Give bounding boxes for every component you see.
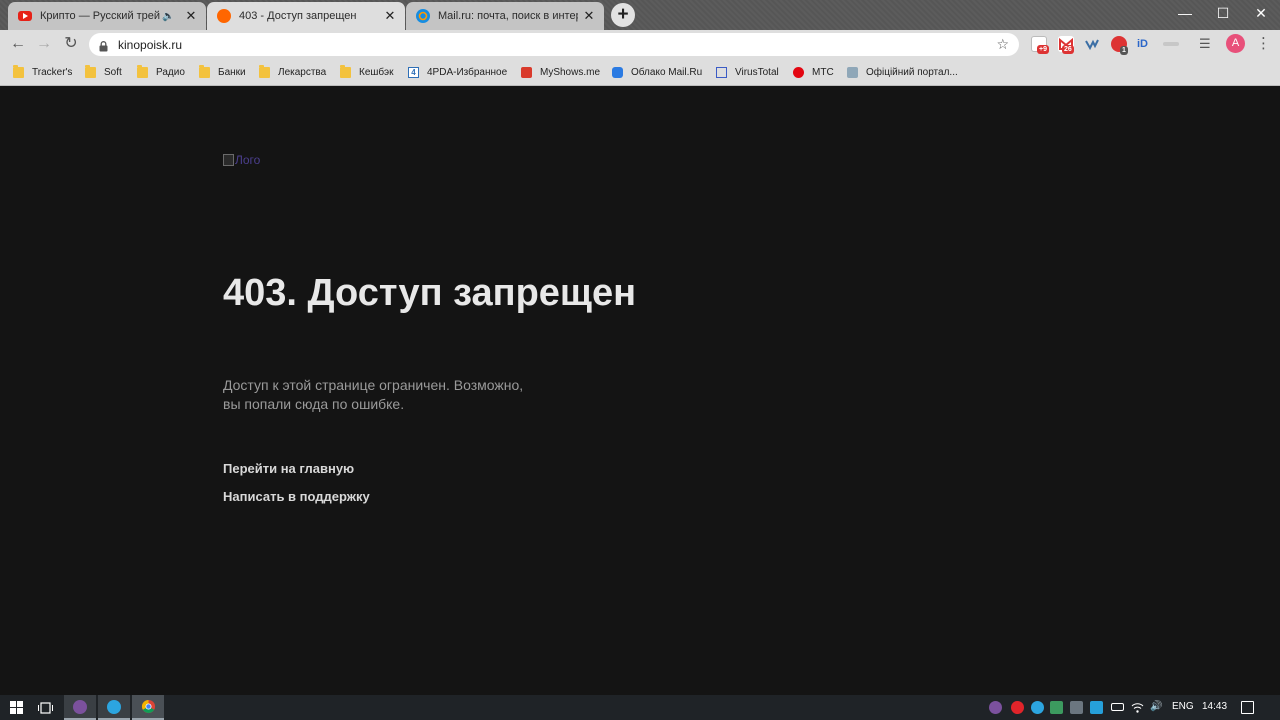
extension-badge: 1 — [1120, 46, 1128, 55]
back-icon[interactable]: ← — [8, 34, 28, 54]
tab-mailru[interactable]: Mail.ru: почта, поиск в интерне’ ✕ — [406, 2, 604, 30]
telegram-tray-icon[interactable] — [1031, 701, 1044, 714]
tab-strip: Крипто — Русский трейлер 🔈 ✕ 403 - Досту… — [0, 0, 1280, 30]
close-window-button[interactable]: ✕ — [1238, 0, 1280, 30]
bookmark-label: МТС — [812, 66, 834, 78]
bookmark-label: Офіційний портал... — [866, 66, 958, 78]
close-tab-icon[interactable]: ✕ — [184, 9, 198, 23]
tab-kinopoisk[interactable]: 403 - Доступ запрещен ✕ — [207, 2, 405, 30]
logo-image[interactable]: Лого — [223, 153, 260, 167]
page-title: 403. Доступ запрещен — [223, 272, 637, 314]
lock-icon[interactable] — [99, 39, 108, 57]
forward-icon[interactable]: → — [34, 34, 54, 54]
bookmark-label: 4PDA-Избранное — [427, 66, 508, 78]
bookmark-label: Tracker's — [32, 66, 73, 78]
speaker-icon[interactable]: 🔈 — [162, 11, 174, 22]
bookmark-folder[interactable]: Радио — [137, 64, 185, 80]
chrome-taskbar-icon[interactable] — [132, 695, 164, 720]
task-view-icon[interactable] — [29, 695, 61, 720]
folder-icon — [340, 64, 351, 78]
new-tab-button[interactable]: + — [611, 3, 635, 27]
bookmark-label: MyShows.me — [540, 66, 601, 78]
clock[interactable]: 14:43 — [1202, 701, 1227, 712]
broken-image-icon — [223, 154, 234, 166]
extension-bar-icon[interactable] — [1163, 42, 1179, 46]
cloud-mailru-icon — [612, 66, 623, 78]
bookmark-link[interactable]: Облако Mail.Ru — [612, 64, 702, 80]
vk-extension-icon[interactable] — [1084, 36, 1100, 52]
monitor-tray-icon[interactable] — [1070, 701, 1083, 714]
bookmark-link[interactable]: VirusTotal — [716, 64, 779, 80]
windows-start-icon[interactable] — [0, 695, 32, 720]
mts-icon — [793, 66, 804, 78]
kinopoisk-icon — [217, 9, 231, 23]
support-link[interactable]: Написать в поддержку — [223, 489, 370, 504]
bookmark-link[interactable]: 4 4PDA-Избранное — [408, 64, 507, 80]
close-tab-icon[interactable]: ✕ — [582, 9, 596, 23]
bookmarks-bar: Tracker's Soft Радио Банки Лекарства Кеш… — [0, 58, 1280, 86]
profile-avatar[interactable]: A — [1226, 34, 1245, 53]
volume-icon[interactable]: 🔊 — [1150, 701, 1163, 714]
battery-icon[interactable] — [1111, 703, 1124, 711]
4pda-icon: 4 — [408, 66, 419, 78]
viber-tray-icon[interactable] — [989, 701, 1002, 714]
opera-tray-icon[interactable] — [1011, 701, 1024, 714]
telegram-taskbar-icon[interactable] — [98, 695, 130, 720]
tab-title: 403 - Доступ запрещен — [239, 10, 357, 22]
bookmark-folder[interactable]: Soft — [85, 64, 122, 80]
folder-icon — [199, 64, 210, 78]
reload-icon[interactable]: ↻ — [61, 34, 81, 54]
youtube-icon — [18, 11, 32, 21]
notifications-icon[interactable] — [1241, 701, 1254, 714]
bookmark-label: Лекарства — [278, 66, 327, 78]
bookmark-label: Soft — [104, 66, 122, 78]
bookmark-star-icon[interactable]: ☆ — [996, 36, 1009, 53]
app-tray-icon[interactable] — [1090, 701, 1103, 714]
tab-title: Mail.ru: почта, поиск в интерне’ — [438, 10, 578, 22]
id-extension-icon[interactable]: iD — [1137, 36, 1153, 52]
folder-icon — [85, 64, 96, 78]
bookmark-link[interactable]: Офіційний портал... — [847, 64, 958, 80]
page-content: Лого 403. Доступ запрещен Доступ к этой … — [0, 86, 1280, 695]
extension-badge: 26 — [1062, 45, 1074, 54]
bookmark-folder[interactable]: Лекарства — [259, 64, 326, 80]
myshows-icon — [521, 66, 532, 78]
close-tab-icon[interactable]: ✕ — [383, 9, 397, 23]
bookmark-label: Радио — [156, 66, 185, 78]
logo-alt-text: Лого — [235, 153, 261, 167]
bookmark-label: VirusTotal — [735, 66, 779, 78]
url-text[interactable]: kinopoisk.ru — [118, 38, 182, 52]
virustotal-icon — [716, 66, 727, 78]
go-home-link[interactable]: Перейти на главную — [223, 461, 354, 476]
portal-icon — [847, 66, 858, 78]
windows-taskbar: 🔊 ENG 14:43 — [0, 695, 1280, 720]
tab-youtube[interactable]: Крипто — Русский трейлер 🔈 ✕ — [8, 2, 206, 30]
language-indicator[interactable]: ENG — [1172, 701, 1194, 712]
media-control-icon[interactable]: ☰ — [1199, 36, 1215, 52]
bookmark-link[interactable]: МТС — [793, 64, 834, 80]
browser-toolbar: ← → ↻ kinopoisk.ru ☆ +9 26 1 iD ☰ A ⋮ — [0, 30, 1280, 58]
folder-icon — [137, 64, 148, 78]
mailru-icon — [416, 9, 430, 23]
bookmark-label: Кешбэк — [359, 66, 394, 78]
page-description: Доступ к этой странице ограничен. Возмож… — [223, 377, 524, 412]
bookmark-folder[interactable]: Tracker's — [13, 64, 72, 80]
tab-title: Крипто — Русский трейлер — [40, 10, 160, 22]
folder-icon — [259, 64, 270, 78]
bookmark-link[interactable]: MyShows.me — [521, 64, 600, 80]
wifi-icon[interactable] — [1131, 701, 1144, 714]
bookmark-label: Банки — [218, 66, 246, 78]
bookmark-label: Облако Mail.Ru — [631, 66, 703, 78]
cloud-tray-icon[interactable] — [1050, 701, 1063, 714]
folder-icon — [13, 64, 24, 78]
bookmark-folder[interactable]: Банки — [199, 64, 246, 80]
address-bar[interactable]: kinopoisk.ru ☆ — [89, 33, 1019, 56]
viber-taskbar-icon[interactable] — [64, 695, 96, 720]
bookmark-folder[interactable]: Кешбэк — [340, 64, 394, 80]
menu-icon[interactable]: ⋮ — [1256, 35, 1271, 53]
extension-badge: +9 — [1037, 45, 1049, 54]
